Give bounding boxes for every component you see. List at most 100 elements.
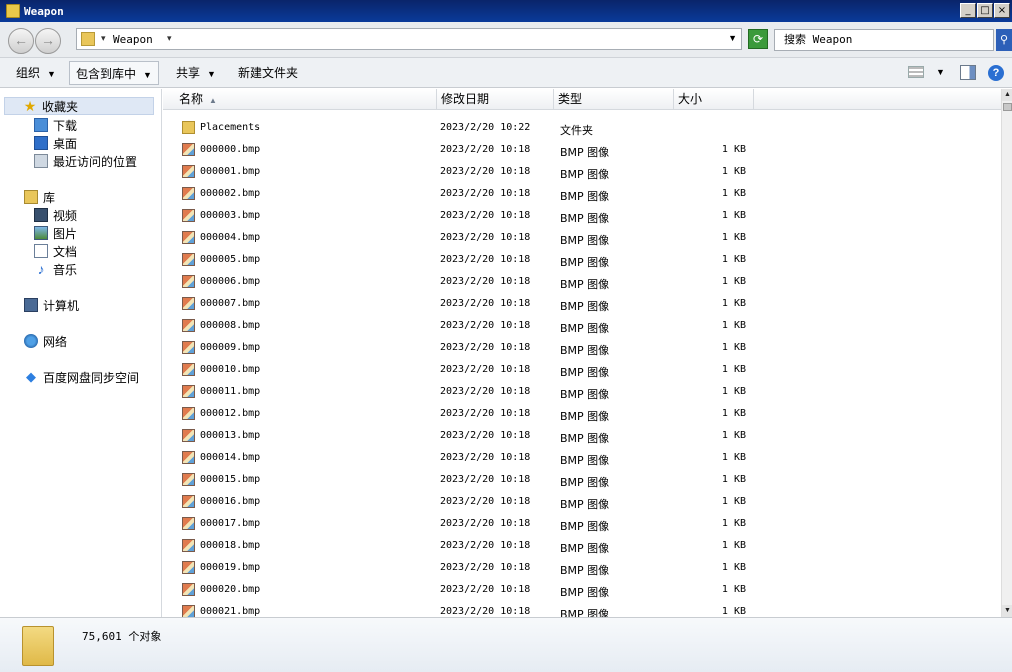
file-row[interactable]: Placements 2023/2/20 10:22 文件夹 — [163, 117, 1001, 139]
command-bar: 组织 ▼ 包含到库中 ▼ 共享 ▼ 新建文件夹 ▼ ? — [0, 58, 1012, 88]
file-name: Placements — [200, 122, 261, 133]
sidebar-item-libraries[interactable]: 库 — [24, 188, 55, 206]
sidebar-item-downloads[interactable]: 下载 — [34, 116, 77, 134]
arrow-right-icon: → — [41, 32, 55, 48]
organize-label: 组织 — [16, 66, 41, 80]
file-type: BMP 图像 — [560, 190, 610, 203]
file-size: 1 KB — [721, 540, 746, 551]
bmp-image-icon — [182, 187, 195, 200]
file-row[interactable]: 000007.bmp 2023/2/20 10:18 BMP 图像 1 KB — [163, 293, 1001, 315]
file-size: 1 KB — [721, 452, 746, 463]
search-input[interactable]: 搜索 Weapon — [774, 29, 994, 51]
search-button[interactable]: ⚲ — [996, 29, 1012, 51]
sidebar-item-music[interactable]: ♪ 音乐 — [34, 260, 78, 278]
music-note-icon: ♪ — [37, 261, 45, 277]
chevron-down-icon[interactable]: ▼ — [936, 67, 945, 77]
title-bar: Weapon _ □ × — [0, 0, 1012, 22]
file-type: BMP 图像 — [560, 234, 610, 247]
new-folder-button[interactable]: 新建文件夹 — [232, 61, 304, 85]
address-input[interactable]: ▾ Weapon ▾ ▼ — [76, 28, 742, 50]
file-row[interactable]: 000009.bmp 2023/2/20 10:18 BMP 图像 1 KB — [163, 337, 1001, 359]
file-row[interactable]: 000008.bmp 2023/2/20 10:18 BMP 图像 1 KB — [163, 315, 1001, 337]
file-row[interactable]: 000002.bmp 2023/2/20 10:18 BMP 图像 1 KB — [163, 183, 1001, 205]
file-name: 000011.bmp — [200, 386, 261, 397]
breadcrumb-weapon[interactable]: Weapon — [113, 33, 153, 46]
help-icon[interactable]: ? — [988, 65, 1004, 81]
include-in-library-label: 包含到库中 — [76, 67, 137, 81]
scroll-up-icon[interactable]: ▲ — [1002, 89, 1012, 101]
minimize-button[interactable]: _ — [960, 3, 976, 18]
sidebar-item-documents[interactable]: 文档 — [34, 242, 77, 260]
file-row[interactable]: 000001.bmp 2023/2/20 10:18 BMP 图像 1 KB — [163, 161, 1001, 183]
file-row[interactable]: 000006.bmp 2023/2/20 10:18 BMP 图像 1 KB — [163, 271, 1001, 293]
include-in-library-button[interactable]: 包含到库中 ▼ — [69, 61, 159, 85]
file-row[interactable]: 000019.bmp 2023/2/20 10:18 BMP 图像 1 KB — [163, 557, 1001, 579]
file-date: 2023/2/20 10:18 — [440, 232, 531, 243]
file-row[interactable]: 000012.bmp 2023/2/20 10:18 BMP 图像 1 KB — [163, 403, 1001, 425]
file-row[interactable]: 000010.bmp 2023/2/20 10:18 BMP 图像 1 KB — [163, 359, 1001, 381]
file-row[interactable]: 000017.bmp 2023/2/20 10:18 BMP 图像 1 KB — [163, 513, 1001, 535]
view-options-icon[interactable] — [908, 66, 924, 78]
sidebar-item-desktop[interactable]: 桌面 — [34, 134, 77, 152]
column-label: 名称 — [179, 92, 204, 106]
sidebar-item-baidu-sync[interactable]: ◆ 百度网盘同步空间 — [24, 368, 139, 386]
scrollbar-thumb[interactable] — [1003, 103, 1012, 111]
file-row[interactable]: 000004.bmp 2023/2/20 10:18 BMP 图像 1 KB — [163, 227, 1001, 249]
sidebar-item-videos[interactable]: 视频 — [34, 206, 77, 224]
file-row[interactable]: 000016.bmp 2023/2/20 10:18 BMP 图像 1 KB — [163, 491, 1001, 513]
folder-icon — [81, 32, 95, 46]
file-name: 000001.bmp — [200, 166, 261, 177]
file-row[interactable]: 000018.bmp 2023/2/20 10:18 BMP 图像 1 KB — [163, 535, 1001, 557]
share-button[interactable]: 共享 ▼ — [170, 61, 222, 85]
back-button[interactable]: ← — [8, 28, 34, 54]
file-date: 2023/2/20 10:18 — [440, 342, 531, 353]
address-dropdown-icon[interactable]: ▼ — [728, 33, 737, 43]
chevron-down-icon[interactable]: ▾ — [167, 33, 172, 44]
sidebar-item-network[interactable]: 网络 — [24, 332, 67, 350]
sidebar-item-pictures[interactable]: 图片 — [34, 224, 77, 242]
sidebar-item-favorites[interactable]: ★ 收藏夹 — [4, 97, 154, 115]
file-name: 000013.bmp — [200, 430, 261, 441]
file-row[interactable]: 000020.bmp 2023/2/20 10:18 BMP 图像 1 KB — [163, 579, 1001, 601]
file-name: 000018.bmp — [200, 540, 261, 551]
bmp-image-icon — [182, 341, 195, 354]
file-row[interactable]: 000014.bmp 2023/2/20 10:18 BMP 图像 1 KB — [163, 447, 1001, 469]
maximize-button[interactable]: □ — [977, 3, 993, 18]
file-date: 2023/2/20 10:18 — [440, 540, 531, 551]
file-type: BMP 图像 — [560, 586, 610, 599]
column-header-size[interactable]: 大小 — [674, 89, 754, 110]
window-controls: _ □ × — [960, 3, 1010, 18]
chevron-down-icon[interactable]: ▾ — [101, 33, 106, 44]
sidebar-item-computer[interactable]: 计算机 — [24, 296, 79, 314]
file-row[interactable]: 000021.bmp 2023/2/20 10:18 BMP 图像 1 KB — [163, 601, 1001, 617]
forward-button[interactable]: → — [35, 28, 61, 54]
scroll-down-icon[interactable]: ▼ — [1002, 605, 1012, 617]
column-header-name[interactable]: 名称 ▲ — [175, 89, 437, 110]
refresh-button[interactable]: ⟳ — [748, 29, 768, 49]
file-row[interactable]: 000003.bmp 2023/2/20 10:18 BMP 图像 1 KB — [163, 205, 1001, 227]
file-name: 000008.bmp — [200, 320, 261, 331]
folder-icon — [22, 626, 54, 666]
file-row[interactable]: 000005.bmp 2023/2/20 10:18 BMP 图像 1 KB — [163, 249, 1001, 271]
baidu-netdisk-icon: ◆ — [26, 369, 36, 384]
file-row[interactable]: 000011.bmp 2023/2/20 10:18 BMP 图像 1 KB — [163, 381, 1001, 403]
file-row[interactable]: 000013.bmp 2023/2/20 10:18 BMP 图像 1 KB — [163, 425, 1001, 447]
preview-pane-icon[interactable] — [960, 65, 976, 80]
file-name: 000016.bmp — [200, 496, 261, 507]
refresh-icon: ⟳ — [752, 32, 764, 46]
vertical-scrollbar[interactable]: ▲ ▼ — [1001, 89, 1012, 617]
sidebar-item-label: 音乐 — [53, 262, 78, 277]
file-type: BMP 图像 — [560, 520, 610, 533]
file-row[interactable]: 000000.bmp 2023/2/20 10:18 BMP 图像 1 KB — [163, 139, 1001, 161]
organize-button[interactable]: 组织 ▼ — [10, 61, 62, 85]
file-row[interactable]: 000015.bmp 2023/2/20 10:18 BMP 图像 1 KB — [163, 469, 1001, 491]
close-button[interactable]: × — [994, 3, 1010, 18]
file-type: BMP 图像 — [560, 608, 610, 617]
bmp-image-icon — [182, 495, 195, 508]
file-name: 000005.bmp — [200, 254, 261, 265]
sidebar-item-recent[interactable]: 最近访问的位置 — [34, 152, 137, 170]
column-header-type[interactable]: 类型 — [554, 89, 674, 110]
file-size: 1 KB — [721, 188, 746, 199]
file-date: 2023/2/20 10:18 — [440, 144, 531, 155]
column-header-date[interactable]: 修改日期 — [437, 89, 554, 110]
